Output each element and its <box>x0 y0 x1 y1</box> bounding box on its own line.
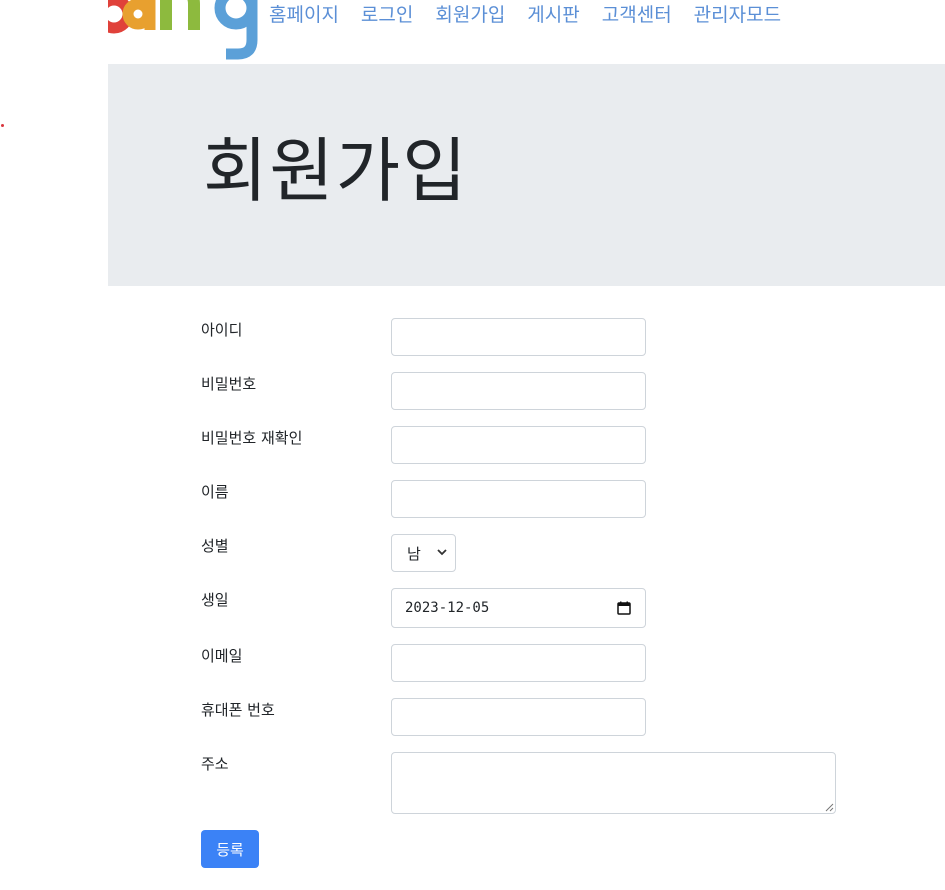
address-label: 주소 <box>201 755 229 773</box>
name-label: 이름 <box>201 483 229 501</box>
gender-selected-value: 남 <box>407 544 421 563</box>
site-logo[interactable] <box>108 0 268 60</box>
calendar-icon[interactable] <box>617 601 631 615</box>
phone-input[interactable] <box>391 698 646 736</box>
jumbotron: 회원가입 <box>108 64 945 286</box>
page-title: 회원가입 <box>203 130 469 212</box>
birth-date-value: 2023-12-05 <box>405 600 490 616</box>
gender-label: 성별 <box>201 537 229 555</box>
nav-link-signup[interactable]: 회원가입 <box>435 2 505 30</box>
password-label: 비밀번호 <box>201 375 257 393</box>
address-textarea[interactable] <box>391 752 836 814</box>
chevron-down-icon <box>437 549 447 556</box>
red-dot <box>1 124 4 127</box>
email-label: 이메일 <box>201 647 243 665</box>
name-input[interactable] <box>391 480 646 518</box>
nav-link-support[interactable]: 고객센터 <box>602 2 672 30</box>
page: 홈페이지 로그인 회원가입 게시판 고객센터 관리자모드 회원가입 아이디 비밀… <box>0 0 945 890</box>
birth-label: 생일 <box>201 591 229 609</box>
password-confirm-input[interactable] <box>391 426 646 464</box>
submit-button[interactable]: 등록 <box>201 830 259 868</box>
id-label: 아이디 <box>201 321 243 339</box>
id-input[interactable] <box>391 318 646 356</box>
nav-link-admin[interactable]: 관리자모드 <box>694 2 781 30</box>
nav-link-login[interactable]: 로그인 <box>361 2 413 30</box>
password-confirm-label: 비밀번호 재확인 <box>201 429 303 447</box>
nav-link-board[interactable]: 게시판 <box>527 2 579 30</box>
nav-link-home[interactable]: 홈페이지 <box>269 2 339 30</box>
main-nav: 홈페이지 로그인 회원가입 게시판 고객센터 관리자모드 <box>269 2 803 30</box>
password-input[interactable] <box>391 372 646 410</box>
gender-select[interactable]: 남 <box>391 534 456 572</box>
phone-label: 휴대폰 번호 <box>201 701 275 719</box>
birth-date-input[interactable]: 2023-12-05 <box>391 588 646 628</box>
resize-grip-icon[interactable] <box>825 803 834 812</box>
email-input[interactable] <box>391 644 646 682</box>
